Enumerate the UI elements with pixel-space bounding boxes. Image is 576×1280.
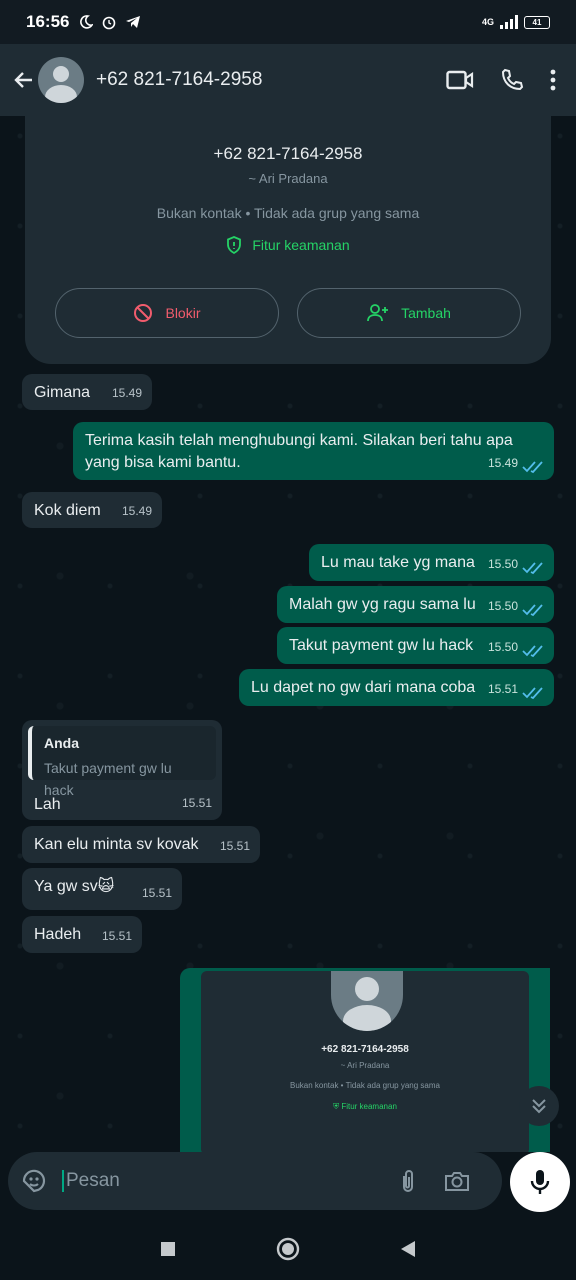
add-label: Tambah xyxy=(401,305,451,321)
message-text: Lah xyxy=(34,796,61,813)
read-ticks-icon xyxy=(522,687,543,700)
quote-author: Anda xyxy=(44,735,79,751)
message-time: 15.49 xyxy=(121,504,152,518)
moon-icon xyxy=(80,15,94,29)
chat-title[interactable]: +62 821-7164-2958 xyxy=(96,69,262,91)
message-bubble[interactable]: Hadeh 15.51 xyxy=(22,916,142,953)
add-contact-button[interactable]: Tambah xyxy=(297,288,521,338)
status-bar: 16:56 4G 41 xyxy=(0,0,576,44)
message-time: 15.50 xyxy=(487,557,518,571)
contact-alias: ~ Ari Pradana xyxy=(248,171,328,186)
security-label: Fitur keamanan xyxy=(252,237,350,253)
video-call-icon[interactable] xyxy=(446,69,474,91)
message-text: Hadeh xyxy=(34,926,82,943)
battery-icon: 41 xyxy=(524,15,550,29)
message-bubble[interactable]: Lu dapet no gw dari mana coba 15.51 xyxy=(239,669,554,706)
message-time: 15.50 xyxy=(487,640,518,654)
message-text: Gimana xyxy=(34,384,91,401)
message-bubble[interactable]: Ya gw sv🙀 15.51 xyxy=(22,868,182,910)
preview-security-label: Fitur keamanan xyxy=(341,1102,397,1111)
message-text: Kok diem xyxy=(34,502,101,519)
arrow-left-icon xyxy=(14,72,32,88)
message-text: Malah gw yg ragu sama lu xyxy=(289,596,476,613)
add-user-icon xyxy=(367,304,389,322)
message-time: 15.49 xyxy=(487,456,518,470)
alarm-icon xyxy=(103,16,116,30)
composer-bar xyxy=(0,1152,576,1218)
status-time: 16:56 xyxy=(26,12,70,31)
block-icon xyxy=(134,304,153,322)
avatar[interactable] xyxy=(38,57,84,103)
recents-icon[interactable] xyxy=(160,1241,176,1257)
message-text: Ya gw sv🙀 xyxy=(34,878,115,895)
message-time: 15.51 xyxy=(141,886,172,900)
read-ticks-icon xyxy=(522,604,543,617)
signal-icon xyxy=(500,15,518,29)
reply-message-bubble[interactable]: Anda Takut payment gw lu hack Lah 15.51 xyxy=(22,720,222,820)
contact-info: Bukan kontak • Tidak ada grup yang sama xyxy=(156,205,420,221)
message-time: 15.49 xyxy=(111,386,142,400)
preview-info: Bukan kontak • Tidak ada grup yang sama xyxy=(289,1081,440,1090)
composer xyxy=(8,1152,502,1210)
more-options-icon[interactable] xyxy=(550,69,556,91)
block-label: Blokir xyxy=(165,305,201,321)
message-bubble[interactable]: Terima kasih telah menghubungi kami. Sil… xyxy=(73,422,554,480)
microphone-icon xyxy=(530,1170,550,1194)
telegram-icon xyxy=(126,16,141,28)
security-link[interactable]: Fitur keamanan xyxy=(25,236,551,254)
contact-number: +62 821-7164-2958 xyxy=(213,144,363,163)
camera-icon[interactable] xyxy=(444,1170,470,1192)
message-text: Lu dapet no gw dari mana coba xyxy=(251,679,476,696)
image-preview[interactable]: +62 821-7164-2958 ~ Ari Pradana Bukan ko… xyxy=(201,971,529,1152)
message-bubble[interactable]: Kok diem 15.49 xyxy=(22,492,162,528)
read-ticks-icon xyxy=(522,562,543,575)
quoted-message[interactable]: Anda Takut payment gw lu hack xyxy=(28,726,216,798)
read-ticks-icon xyxy=(522,645,543,658)
network-label: 4G xyxy=(481,17,494,27)
message-text: Lu mau take yg mana xyxy=(321,554,475,571)
voice-message-button[interactable] xyxy=(510,1152,570,1212)
message-time: 15.51 xyxy=(487,682,518,696)
phone-icon[interactable] xyxy=(500,68,524,92)
message-text: Terima kasih telah menghubungi kami. Sil… xyxy=(85,432,513,471)
quote-text: Takut payment gw lu hack xyxy=(44,760,172,798)
message-time: 15.51 xyxy=(219,839,250,853)
message-bubble[interactable]: Kan elu minta sv kovak 15.51 xyxy=(22,826,260,863)
preview-security: ⛨ Fitur keamanan xyxy=(201,1102,529,1112)
message-time: 15.50 xyxy=(487,599,518,613)
contact-info-card: +62 821-7164-2958 ~ Ari Pradana Bukan ko… xyxy=(25,116,551,364)
chat-header: +62 821-7164-2958 xyxy=(0,44,576,116)
message-bubble[interactable]: Takut payment gw lu hack 15.50 xyxy=(277,627,554,664)
preview-alias: ~ Ari Pradana xyxy=(340,1061,390,1070)
system-nav-bar xyxy=(0,1218,576,1280)
message-bubble[interactable]: Lu mau take yg mana 15.50 xyxy=(309,544,554,581)
message-bubble[interactable]: Malah gw yg ragu sama lu 15.50 xyxy=(277,586,554,623)
preview-number: +62 821-7164-2958 xyxy=(321,1044,409,1055)
message-input[interactable] xyxy=(62,1170,392,1192)
attach-icon[interactable] xyxy=(398,1168,418,1194)
scroll-down-button[interactable] xyxy=(519,1086,559,1126)
image-message[interactable]: +62 821-7164-2958 ~ Ari Pradana Bukan ko… xyxy=(180,968,550,1152)
home-icon[interactable] xyxy=(276,1237,300,1261)
message-time: 15.51 xyxy=(181,796,212,810)
sticker-icon[interactable] xyxy=(20,1167,48,1195)
chat-area[interactable]: +62 821-7164-2958 ~ Ari Pradana Bukan ko… xyxy=(0,116,576,1152)
message-text: Kan elu minta sv kovak xyxy=(34,836,199,853)
battery-level: 41 xyxy=(532,17,542,27)
message-bubble[interactable]: Gimana 15.49 xyxy=(22,374,152,410)
back-nav-icon[interactable] xyxy=(400,1240,416,1258)
block-button[interactable]: Blokir xyxy=(55,288,279,338)
preview-avatar xyxy=(331,971,403,1031)
double-chevron-down-icon xyxy=(532,1099,546,1114)
shield-icon xyxy=(227,236,242,254)
message-text: Takut payment gw lu hack xyxy=(289,637,474,654)
read-ticks-icon xyxy=(522,461,543,474)
message-time: 15.51 xyxy=(101,929,132,943)
